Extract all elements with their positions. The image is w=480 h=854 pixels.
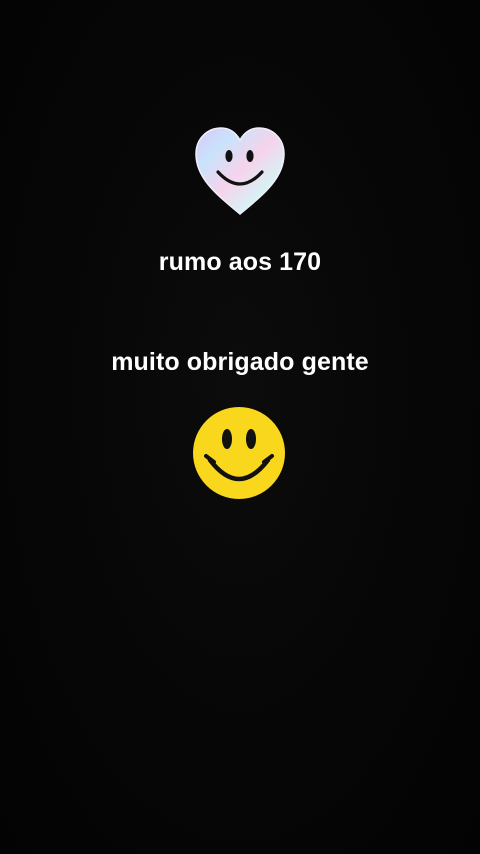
smiley-face-icon xyxy=(192,406,286,500)
heart-smiley-icon xyxy=(192,122,288,218)
caption-line-1: rumo aos 170 xyxy=(158,248,322,276)
story-screen: rumo aos 170 muito obrigado gente xyxy=(0,0,480,854)
caption-line-2: muito obrigado gente xyxy=(111,348,369,376)
